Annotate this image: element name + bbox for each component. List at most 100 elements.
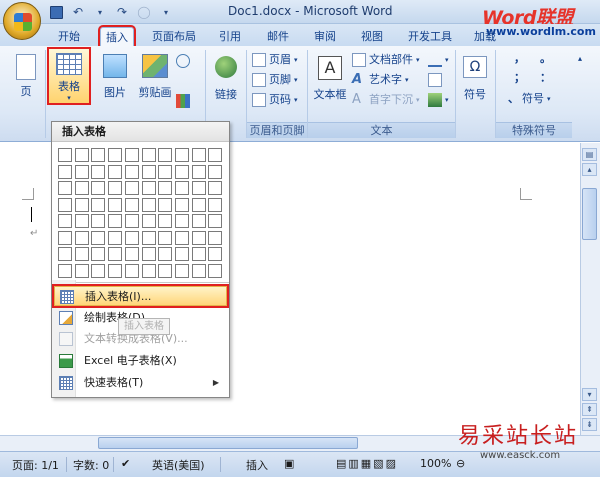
status-zoom[interactable]: 100% (420, 457, 451, 470)
chart-button[interactable] (176, 92, 190, 110)
grid-cell[interactable] (108, 214, 123, 228)
grid-cell[interactable] (124, 230, 139, 245)
grid-cell[interactable] (58, 263, 72, 278)
grid-cell[interactable] (108, 263, 123, 278)
grid-cell[interactable] (108, 181, 123, 195)
excel-sheet-item[interactable]: Excel 电子表格(X) (54, 351, 227, 371)
clipart-button[interactable]: 剪贴画 (138, 50, 172, 100)
grid-cell[interactable] (158, 164, 173, 179)
grid-cell[interactable] (91, 164, 106, 179)
grid-cell[interactable] (158, 230, 173, 245)
grid-cell[interactable] (191, 230, 206, 245)
scroll-up-button[interactable]: ▴ (582, 163, 597, 176)
grid-cell[interactable] (74, 214, 89, 228)
grid-cell[interactable] (174, 164, 189, 179)
grid-cell[interactable] (174, 247, 189, 261)
datetime-button[interactable] (428, 71, 442, 89)
grid-cell[interactable] (141, 164, 156, 179)
grid-cell[interactable] (124, 263, 139, 278)
grid-cell[interactable] (74, 230, 89, 245)
proofing-icon[interactable]: ✔ (121, 457, 130, 470)
tab-developer[interactable]: 开发工具 (408, 27, 452, 46)
grid-cell[interactable] (141, 230, 156, 245)
save-button[interactable] (48, 4, 64, 20)
grid-cell[interactable] (58, 148, 72, 162)
zoom-out-button[interactable]: ⊖ (456, 457, 465, 470)
status-word-count[interactable]: 字数: 0 (73, 457, 109, 473)
grid-cell[interactable] (191, 214, 206, 228)
punct-colon[interactable]: ： (540, 69, 551, 87)
view-buttons[interactable]: ▤▥▦▧▨ (336, 457, 398, 470)
office-button[interactable] (3, 2, 41, 40)
punct-comma[interactable]: ， (514, 50, 525, 68)
grid-cell[interactable] (124, 181, 139, 195)
grid-cell[interactable] (74, 197, 89, 212)
status-language[interactable]: 英语(美国) (152, 457, 205, 473)
grid-cell[interactable] (74, 181, 89, 195)
doc-parts-button[interactable]: 文档部件 ▾ (352, 51, 420, 69)
grid-cell[interactable] (141, 197, 156, 212)
drop-cap-button[interactable]: A 首字下沉 ▾ (352, 91, 420, 109)
tab-mailings[interactable]: 邮件 (267, 27, 289, 46)
grid-cell[interactable] (208, 181, 223, 195)
horizontal-scroll-thumb[interactable] (98, 437, 358, 449)
prev-page-button[interactable]: ⇞ (582, 403, 597, 416)
grid-cell[interactable] (58, 181, 72, 195)
grid-cell[interactable] (158, 197, 173, 212)
grid-cell[interactable] (141, 214, 156, 228)
tab-home[interactable]: 开始 (58, 27, 80, 46)
next-page-button[interactable]: ⇟ (582, 418, 597, 431)
ruler-toggle-icon[interactable]: ▤ (582, 148, 597, 161)
grid-cell[interactable] (141, 247, 156, 261)
ribbon-help-icon[interactable]: ▴ (578, 50, 582, 68)
grid-cell[interactable] (91, 230, 106, 245)
grid-cell[interactable] (74, 247, 89, 261)
grid-cell[interactable] (91, 214, 106, 228)
grid-cell[interactable] (208, 164, 223, 179)
macro-record-icon[interactable]: ▣ (284, 457, 294, 470)
picture-button[interactable]: 图片 (100, 50, 130, 100)
grid-cell[interactable] (58, 247, 72, 261)
grid-cell[interactable] (91, 247, 106, 261)
grid-cell[interactable] (208, 263, 223, 278)
status-insert-mode[interactable]: 插入 (246, 457, 268, 473)
grid-cell[interactable] (108, 197, 123, 212)
grid-cell[interactable] (208, 148, 223, 162)
grid-cell[interactable] (58, 214, 72, 228)
scroll-down-button[interactable]: ▾ (582, 388, 597, 401)
grid-cell[interactable] (108, 247, 123, 261)
wordart-button[interactable]: A 艺术字 ▾ (352, 71, 409, 89)
grid-cell[interactable] (174, 263, 189, 278)
page-number-button[interactable]: 页码 ▾ (252, 91, 298, 109)
grid-cell[interactable] (141, 181, 156, 195)
tab-view[interactable]: 视图 (361, 27, 383, 46)
grid-cell[interactable] (191, 263, 206, 278)
object-button[interactable]: ▾ (428, 91, 449, 109)
vertical-scroll-thumb[interactable] (582, 188, 597, 240)
punct-period[interactable]: 。 (540, 50, 551, 68)
symbol-button[interactable]: Ω 符号 (460, 50, 490, 102)
grid-cell[interactable] (158, 148, 173, 162)
footer-button[interactable]: 页脚 ▾ (252, 71, 298, 89)
grid-cell[interactable] (108, 230, 123, 245)
grid-cell[interactable] (74, 164, 89, 179)
grid-cell[interactable] (91, 197, 106, 212)
grid-cell[interactable] (174, 148, 189, 162)
grid-cell[interactable] (208, 230, 223, 245)
grid-cell[interactable] (74, 263, 89, 278)
quick-table-item[interactable]: 快速表格(T) ▶ (54, 373, 227, 393)
link-button[interactable]: 链接 (211, 50, 241, 102)
grid-cell[interactable] (174, 181, 189, 195)
table-button[interactable]: 表格 ▾ (47, 47, 91, 105)
grid-cell[interactable] (191, 181, 206, 195)
grid-cell[interactable] (91, 263, 106, 278)
grid-cell[interactable] (191, 148, 206, 162)
grid-cell[interactable] (124, 214, 139, 228)
header-button[interactable]: 页眉 ▾ (252, 51, 298, 69)
grid-cell[interactable] (91, 181, 106, 195)
tab-insert[interactable]: 插入 (98, 25, 136, 48)
grid-cell[interactable] (158, 263, 173, 278)
special-symbol-button[interactable]: 、符号 ▾ (508, 90, 551, 108)
qat-dropdown-icon[interactable]: ▾ (92, 4, 108, 20)
grid-cell[interactable] (58, 230, 72, 245)
